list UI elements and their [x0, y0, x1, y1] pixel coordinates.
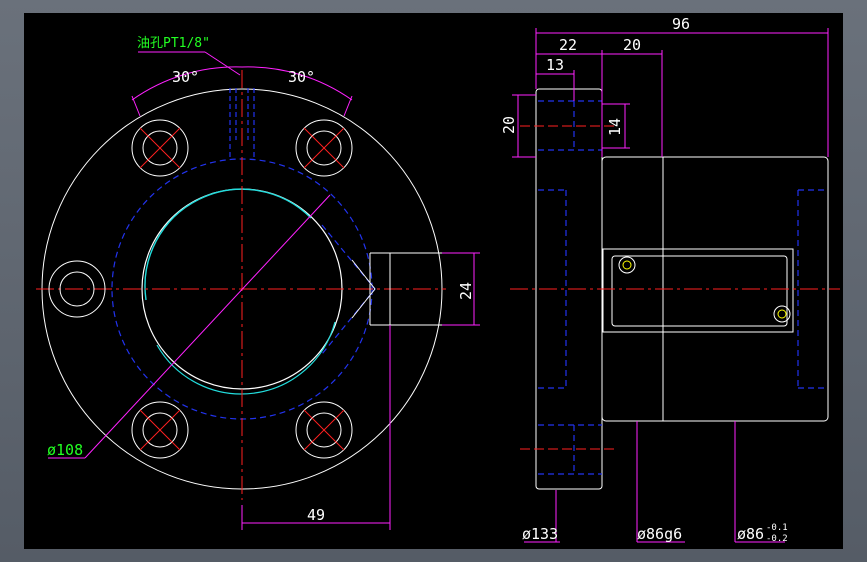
dia-86-label: ø86: [737, 525, 764, 543]
dia-86g6-label: ø86g6: [637, 525, 682, 543]
angle-left-label: 30°: [172, 68, 199, 86]
dim-49-label: 49: [307, 506, 325, 524]
dim-24-label: 24: [457, 282, 475, 300]
oil-hole-label: 油孔PT1/8": [137, 36, 210, 51]
tolerance-upper: -0.1: [766, 523, 788, 533]
angle-right-label: 30°: [288, 68, 315, 86]
dia-133-label: ø133: [522, 525, 558, 543]
dim-14-label: 14: [606, 118, 624, 136]
drawing-area: [24, 13, 843, 549]
dim-13-label: 13: [546, 56, 564, 74]
dim-20-top-label: 20: [623, 36, 641, 54]
dim-22-label: 22: [559, 36, 577, 54]
tolerance-lower: -0.2: [766, 534, 788, 544]
pcd-label: ø108: [47, 441, 83, 459]
dim-96-label: 96: [672, 15, 690, 33]
dim-20-left-label: 20: [500, 116, 518, 134]
cad-drawing-canvas[interactable]: ø108 30° 30° 油孔PT1/8" 24 49 96 22 20 13 …: [0, 0, 867, 562]
